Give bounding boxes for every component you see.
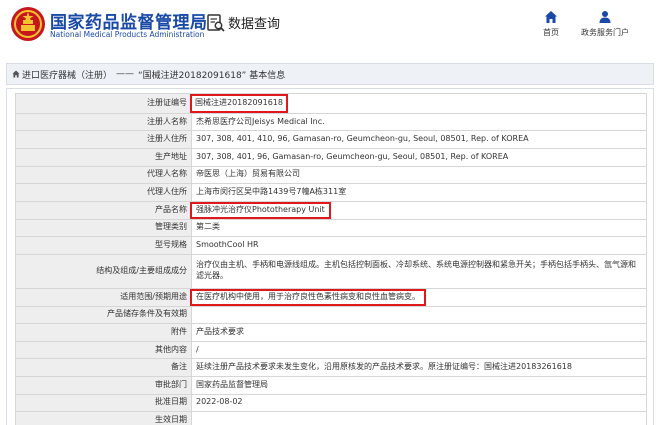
table-row: 产品名称 强脉冲光治疗仪Phototherapy Unit bbox=[15, 200, 647, 220]
row-value: 国家药品监督管理局 bbox=[191, 375, 647, 395]
table-row: 生产地址 307, 308, 401, 96, Gamasan-ro, Geum… bbox=[15, 147, 647, 167]
row-value: 帝医思（上海）贸易有限公司 bbox=[191, 165, 647, 185]
row-label: 备注 bbox=[15, 358, 192, 377]
row-value bbox=[191, 411, 647, 425]
table-row: 注册证编号 国械注进20182091618 bbox=[15, 93, 647, 114]
highlighted-value: 国械注进20182091618 bbox=[190, 94, 288, 113]
row-value: 治疗仪由主机、手柄和电源线组成。主机包括控制面板、冷却系统、系统电源控制器和紧急… bbox=[191, 253, 647, 289]
row-value: 上海市闵行区吴中路1439号7幢A栋311室 bbox=[191, 183, 647, 202]
row-value: / bbox=[191, 340, 647, 360]
table-row: 批准日期 2022-08-02 bbox=[15, 393, 647, 413]
user-icon bbox=[599, 11, 611, 23]
breadcrumb-current: “国械注进20182091618” 基本信息 bbox=[138, 70, 286, 81]
row-value: 第二类 bbox=[191, 218, 647, 238]
home-icon[interactable] bbox=[12, 70, 20, 78]
row-label: 注册证编号 bbox=[15, 93, 192, 114]
row-value: 2022-08-02 bbox=[191, 393, 647, 413]
table-row: 生效日期 bbox=[15, 411, 647, 425]
table-row: 产品储存条件及有效期 bbox=[15, 305, 647, 325]
row-value: 杰希思医疗公司Jeisys Medical Inc. bbox=[191, 112, 647, 132]
highlighted-value: 在医疗机构中使用，用于治疗良性色素性病变和良性血管病变。 bbox=[190, 288, 426, 306]
table-row: 代理人名称 帝医思（上海）贸易有限公司 bbox=[15, 165, 647, 185]
row-value bbox=[191, 305, 647, 325]
row-label: 注册人住所 bbox=[15, 130, 192, 149]
nav-home-label: 首页 bbox=[543, 28, 559, 37]
row-value: 在医疗机构中使用，用于治疗良性色素性病变和良性血管病变。 bbox=[190, 287, 647, 307]
row-label: 产品名称 bbox=[15, 200, 192, 220]
table-row: 其他内容 / bbox=[15, 340, 647, 360]
detail-table: 注册证编号 国械注进20182091618 注册人名称 杰希思医疗公司Jeisy… bbox=[15, 93, 647, 425]
table-row: 代理人住所 上海市闵行区吴中路1439号7幢A栋311室 bbox=[15, 183, 647, 202]
table-row: 适用范围/预期用途 在医疗机构中使用，用于治疗良性色素性病变和良性血管病变。 bbox=[15, 287, 647, 307]
row-label: 型号规格 bbox=[15, 236, 192, 255]
row-value: 延续注册产品技术要求未发生变化，沿用原核发的产品技术要求。原注册证编号：国械注进… bbox=[191, 358, 647, 377]
site-title-en[interactable]: National Medical Products Administration bbox=[50, 30, 204, 39]
table-row: 备注 延续注册产品技术要求未发生变化，沿用原核发的产品技术要求。原注册证编号：国… bbox=[15, 358, 647, 377]
national-emblem-icon[interactable] bbox=[10, 6, 46, 42]
row-label: 批准日期 bbox=[15, 393, 192, 413]
row-value: 307, 308, 401, 410, 96, Gamasan-ro, Geum… bbox=[191, 130, 647, 149]
breadcrumb: 进口医疗器械（注册） —— “国械注进20182091618” 基本信息 bbox=[6, 63, 654, 85]
breadcrumb-section[interactable]: 进口医疗器械（注册） bbox=[22, 68, 112, 81]
table-row: 审批部门 国家药品监督管理局 bbox=[15, 375, 647, 395]
row-label: 附件 bbox=[15, 323, 192, 342]
row-label: 生效日期 bbox=[15, 411, 192, 425]
data-query-title[interactable]: 数据查询 bbox=[207, 13, 280, 32]
table-row: 注册人名称 杰希思医疗公司Jeisys Medical Inc. bbox=[15, 112, 647, 132]
row-value: SmoothCool HR bbox=[191, 236, 647, 255]
home-icon bbox=[545, 11, 557, 23]
table-row: 型号规格 SmoothCool HR bbox=[15, 236, 647, 255]
row-value: 产品技术要求 bbox=[191, 323, 647, 342]
row-label: 生产地址 bbox=[15, 147, 192, 167]
row-label: 结构及组成/主要组成成分 bbox=[15, 253, 192, 289]
row-value: 307, 308, 401, 96, Gamasan-ro, Geumcheon… bbox=[191, 147, 647, 167]
detail-panel: 注册证编号 国械注进20182091618 注册人名称 杰希思医疗公司Jeisy… bbox=[6, 88, 654, 425]
site-header: 国家药品监督管理局 National Medical Products Admi… bbox=[0, 0, 660, 50]
row-label: 代理人住所 bbox=[15, 183, 192, 202]
highlighted-value: 强脉冲光治疗仪Phototherapy Unit bbox=[190, 201, 331, 219]
row-label: 代理人名称 bbox=[15, 165, 192, 185]
data-query-icon bbox=[207, 13, 225, 32]
row-label: 审批部门 bbox=[15, 375, 192, 395]
row-value: 国械注进20182091618 bbox=[190, 93, 647, 114]
table-row: 结构及组成/主要组成成分 治疗仪由主机、手柄和电源线组成。主机包括控制面板、冷却… bbox=[15, 253, 647, 289]
row-label: 适用范围/预期用途 bbox=[15, 287, 192, 307]
data-query-label: 数据查询 bbox=[228, 17, 281, 32]
nav-portal-label: 政务服务门户 bbox=[581, 28, 629, 37]
nav-home-button[interactable]: 首页 bbox=[536, 10, 566, 38]
row-label: 注册人名称 bbox=[15, 112, 192, 132]
row-label: 管理类别 bbox=[15, 218, 192, 238]
row-label: 产品储存条件及有效期 bbox=[15, 305, 192, 325]
row-value: 强脉冲光治疗仪Phototherapy Unit bbox=[190, 200, 647, 220]
nav-portal-button[interactable]: 政务服务门户 bbox=[579, 10, 631, 38]
table-row: 附件 产品技术要求 bbox=[15, 323, 647, 342]
row-label: 其他内容 bbox=[15, 340, 192, 360]
breadcrumb-separator: —— bbox=[116, 69, 135, 79]
table-row: 注册人住所 307, 308, 401, 410, 96, Gamasan-ro… bbox=[15, 130, 647, 149]
table-row: 管理类别 第二类 bbox=[15, 218, 647, 238]
